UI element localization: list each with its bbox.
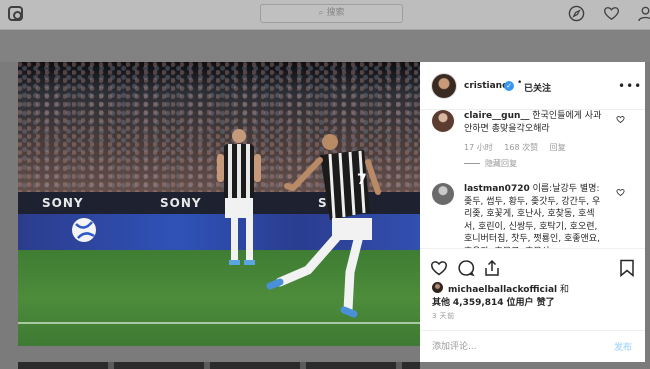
post-header: cristiano ✓ • 已关注 ••• — [420, 62, 645, 110]
author-username[interactable]: cristiano — [464, 81, 508, 91]
comment-text: claire__gun__ 한국인들에게 사과 안하면 총맞을각오해라 — [464, 110, 604, 135]
comment-text: lastman0720 이름:날강두 별명:좆두, 썹두, 황두, 좆갓두, 강… — [464, 183, 604, 248]
search-placeholder: 搜索 — [326, 8, 345, 18]
verified-badge-icon: ✓ — [504, 81, 514, 91]
top-nav-bar: ⌕ 搜索 — [0, 0, 650, 30]
comment-meta: 17 小时 168 次赞 回复 — [464, 142, 575, 153]
svg-text:7: 7 — [357, 172, 367, 188]
reply-button[interactable]: 回复 — [550, 143, 566, 152]
compass-icon[interactable] — [568, 5, 585, 22]
liker-username[interactable]: michaelballackofficial — [448, 285, 557, 295]
likes-others-prefix[interactable]: 其他 — [432, 298, 450, 308]
players-illustration: 7 — [72, 129, 381, 318]
heart-icon[interactable] — [603, 5, 620, 22]
bottom-filmstrip — [18, 362, 420, 369]
post-timestamp[interactable]: 3 天前 — [432, 311, 455, 321]
comment-like-icon[interactable] — [616, 115, 625, 124]
likes-line-2: 其他 4,359,814 位用户 赞了 — [432, 295, 555, 308]
post-photo[interactable]: SONY SONY SONY 7 — [18, 62, 420, 346]
hide-replies-button[interactable]: 隐藏回复 — [464, 158, 517, 169]
player-left — [217, 129, 261, 265]
header-separator: • — [517, 78, 523, 88]
comment-bubble-icon[interactable] — [457, 259, 475, 277]
commenter-username[interactable]: claire__gun__ — [464, 111, 529, 121]
comment-like-icon[interactable] — [616, 188, 625, 197]
page-background-strip — [0, 30, 650, 62]
profile-icon[interactable] — [637, 5, 650, 22]
comment-list[interactable]: claire__gun__ 한국인들에게 사과 안하면 총맞을각오해라 17 小… — [420, 110, 645, 248]
add-comment-bar: 发布 — [420, 330, 645, 362]
commenter-username[interactable]: lastman0720 — [464, 184, 530, 194]
add-comment-input[interactable] — [432, 338, 592, 356]
bookmark-icon[interactable] — [618, 259, 636, 277]
likes-count[interactable]: 4,359,814 — [453, 298, 504, 308]
post-detail-panel: cristiano ✓ • 已关注 ••• claire__gun__ 한국인들… — [420, 62, 645, 362]
instagram-logo-icon[interactable] — [8, 6, 23, 21]
football — [72, 218, 96, 242]
post-comment-button[interactable]: 发布 — [614, 340, 632, 353]
more-options-icon[interactable]: ••• — [618, 79, 642, 93]
comment-time[interactable]: 17 小时 — [464, 143, 493, 152]
author-avatar[interactable] — [432, 74, 456, 98]
liker-avatar[interactable] — [432, 282, 443, 293]
following-button[interactable]: 已关注 — [524, 81, 551, 94]
share-icon[interactable] — [483, 259, 501, 277]
search-input[interactable]: ⌕ 搜索 — [260, 4, 403, 23]
like-heart-icon[interactable] — [430, 259, 448, 277]
commenter-avatar[interactable] — [432, 110, 454, 132]
likes-line-1: michaelballackofficial 和 — [448, 282, 569, 295]
player-right: 7 — [266, 134, 381, 318]
post-actions: michaelballackofficial 和 其他 4,359,814 位用… — [420, 248, 645, 330]
likes-and: 和 — [559, 285, 569, 295]
comment-like-count[interactable]: 168 次赞 — [504, 143, 538, 152]
likes-others-suffix: 位用户 赞了 — [506, 298, 555, 308]
commenter-avatar[interactable] — [432, 183, 454, 205]
